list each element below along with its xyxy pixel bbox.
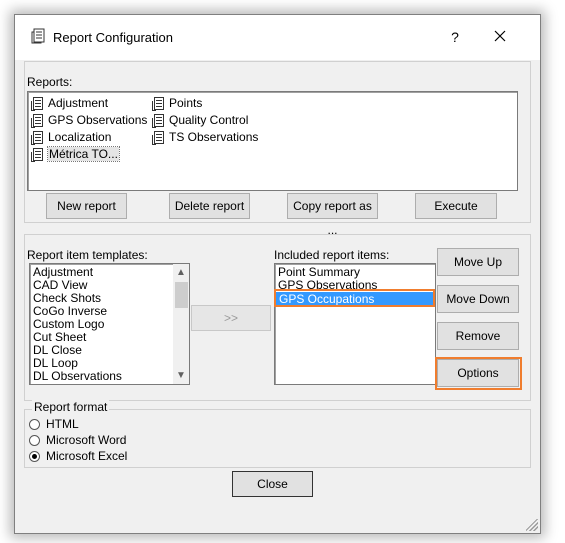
move-up-button[interactable]: Move Up: [437, 248, 519, 276]
report-configuration-dialog: Report Configuration ? Reports: Adjustme…: [14, 14, 541, 534]
included-list[interactable]: Point Summary GPS Observations GPS Occup…: [274, 263, 436, 385]
reports-list[interactable]: Adjustment GPS Observations Localization…: [27, 91, 518, 191]
reports-label: Reports:: [27, 75, 73, 89]
radio-button[interactable]: [29, 434, 40, 446]
add-item-button[interactable]: >>: [191, 305, 271, 331]
copy-report-button[interactable]: Copy report as ...: [287, 193, 378, 237]
report-doc-icon: [152, 130, 164, 145]
report-item[interactable]: Quality Control: [152, 112, 248, 128]
report-item[interactable]: Localization: [31, 129, 111, 145]
report-item[interactable]: GPS Observations: [31, 112, 147, 128]
close-button[interactable]: Close: [232, 471, 313, 497]
report-item-selected[interactable]: Métrica TO...: [31, 146, 120, 162]
format-option-word[interactable]: Microsoft Word: [29, 433, 126, 447]
report-doc-icon: [152, 96, 164, 111]
radio-button[interactable]: [29, 418, 40, 430]
new-report-button[interactable]: New report: [46, 193, 127, 219]
report-icon: [31, 28, 45, 44]
report-item[interactable]: Adjustment: [31, 95, 108, 111]
close-icon: [494, 30, 506, 42]
help-button[interactable]: ?: [435, 23, 475, 51]
delete-report-button[interactable]: Delete report: [169, 193, 250, 219]
report-item[interactable]: TS Observations: [152, 129, 258, 145]
report-format-label: Report format: [32, 400, 110, 414]
move-down-button[interactable]: Move Down: [437, 285, 519, 313]
format-option-html[interactable]: HTML: [29, 417, 79, 431]
options-highlight-box: [435, 357, 522, 390]
radio-button-selected[interactable]: [29, 450, 40, 462]
remove-button[interactable]: Remove: [437, 322, 519, 350]
report-doc-icon: [152, 113, 164, 128]
report-doc-icon: [31, 113, 43, 128]
window-title: Report Configuration: [53, 30, 173, 45]
report-doc-icon: [31, 130, 43, 145]
templates-scrollbar[interactable]: ▲ ▼: [173, 264, 189, 384]
scroll-thumb[interactable]: [175, 282, 188, 308]
report-doc-icon: [31, 147, 43, 162]
report-doc-icon: [31, 96, 43, 111]
resize-grip-icon[interactable]: [526, 519, 538, 531]
selection-highlight-box: [274, 289, 435, 307]
included-label: Included report items:: [274, 248, 390, 262]
title-bar: Report Configuration ?: [15, 15, 540, 60]
scroll-down-icon[interactable]: ▼: [173, 368, 189, 383]
format-option-excel[interactable]: Microsoft Excel: [29, 449, 127, 463]
templates-list[interactable]: Adjustment CAD View Check Shots CoGo Inv…: [29, 263, 190, 385]
execute-button[interactable]: Execute: [415, 193, 497, 219]
close-window-button[interactable]: [480, 23, 520, 51]
scroll-up-icon[interactable]: ▲: [173, 265, 189, 280]
templates-label: Report item templates:: [27, 248, 148, 262]
report-item[interactable]: Points: [152, 95, 202, 111]
template-item[interactable]: DL Observations: [33, 370, 122, 383]
